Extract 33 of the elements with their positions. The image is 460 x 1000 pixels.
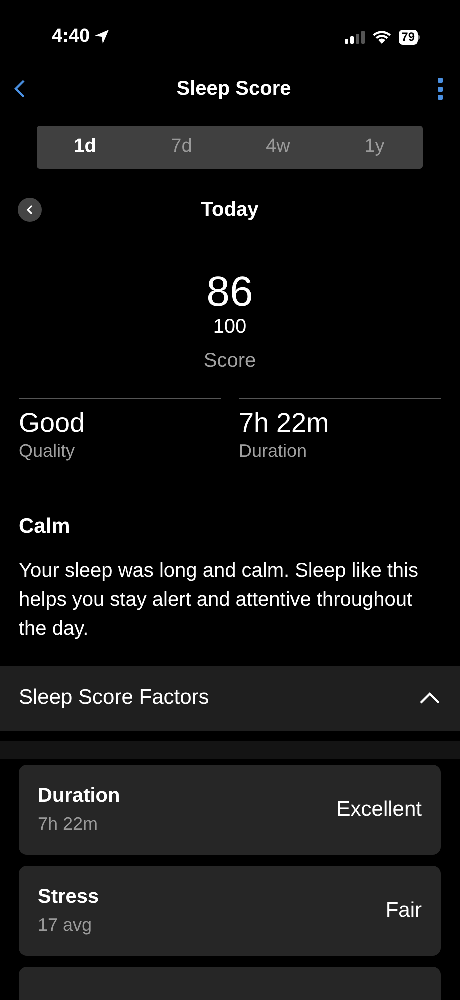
factor-card[interactable]: Stress 17 avg Fair bbox=[19, 866, 441, 956]
battery-level: 79 bbox=[398, 30, 418, 44]
stat-value: Good bbox=[19, 407, 86, 439]
summary-title: Calm bbox=[19, 514, 72, 540]
period-tab[interactable]: 4w bbox=[230, 133, 326, 162]
factor-card[interactable]: Duration 7h 22m Excellent bbox=[19, 764, 441, 854]
stat-label: Quality bbox=[19, 440, 76, 463]
score-max: 100 bbox=[213, 315, 247, 340]
chevron-up-icon bbox=[419, 691, 441, 705]
signal-icon bbox=[344, 30, 365, 44]
previous-day-button[interactable] bbox=[18, 198, 42, 222]
factor-detail: 7h 22m bbox=[38, 812, 100, 836]
score-label: Score bbox=[204, 349, 256, 374]
wifi-icon bbox=[372, 30, 392, 44]
period-tab[interactable]: 1y bbox=[326, 133, 423, 162]
factor-detail: 17 avg bbox=[38, 914, 94, 937]
stat-label: Duration bbox=[239, 440, 308, 463]
location-arrow-icon bbox=[94, 29, 110, 45]
page-title: Sleep Score bbox=[176, 77, 292, 102]
period-tab[interactable]: 1d bbox=[37, 133, 134, 162]
factor-name: Stress bbox=[38, 884, 100, 910]
status-time: 4:40 bbox=[52, 24, 90, 49]
factor-name: Duration bbox=[38, 784, 120, 808]
summary-text: Your sleep was long and calm. Sleep like this helps you stay alert and attentive throughout the day. bbox=[19, 558, 420, 642]
factors-header[interactable]: Sleep Score Factors bbox=[0, 666, 460, 730]
factor-rating: Fair bbox=[386, 898, 422, 924]
more-options-icon[interactable] bbox=[436, 77, 446, 101]
score-value: 86 bbox=[206, 270, 254, 314]
chevron-left-icon bbox=[26, 205, 34, 215]
date-label: Today bbox=[201, 198, 259, 223]
period-tab[interactable]: 7d bbox=[134, 133, 230, 162]
stat-value: 7h 22m bbox=[239, 407, 330, 439]
factor-rating: Excellent bbox=[336, 796, 422, 823]
